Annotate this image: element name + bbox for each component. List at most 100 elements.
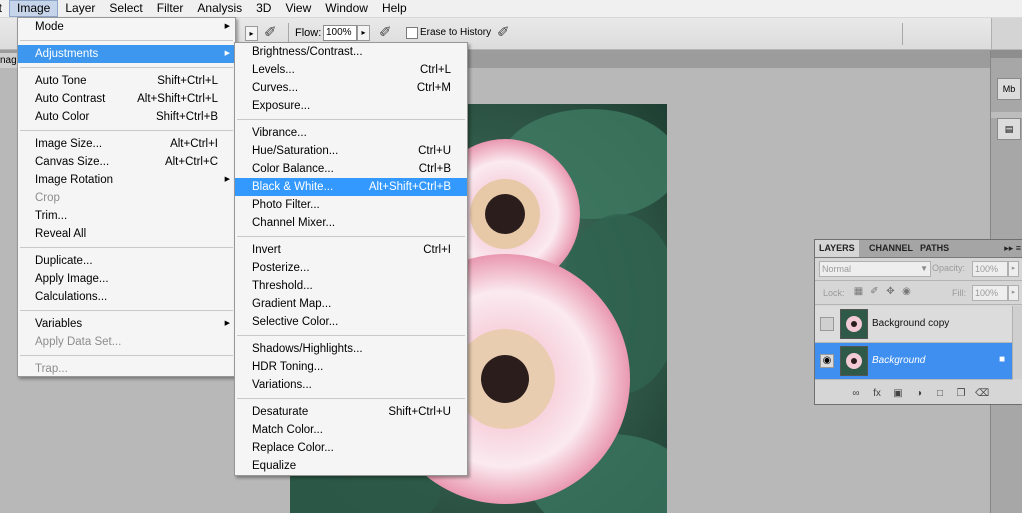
lock-icon: ■ — [998, 354, 1005, 365]
airbrush-icon[interactable]: ✐ — [264, 24, 282, 42]
menu-item-invert[interactable]: Invert Ctrl+I — [235, 241, 467, 259]
menu-layer[interactable]: Layer — [58, 0, 102, 17]
layer-row-background[interactable]: ◉ Background ■ — [815, 343, 1013, 380]
menu-item-color-balance[interactable]: Color Balance... Ctrl+B — [235, 160, 467, 178]
opacity-slider-arrow[interactable]: ▸ — [1008, 261, 1019, 277]
menu-item-replace-color[interactable]: Replace Color... — [235, 439, 467, 457]
menu-item-photo-filter[interactable]: Photo Filter... — [235, 196, 467, 214]
layer-mask-icon[interactable]: ▣ — [891, 388, 905, 399]
menu-select[interactable]: Select — [102, 0, 149, 17]
eye-icon[interactable]: ◉ — [820, 354, 834, 368]
airbrush-toggle-icon[interactable]: ✐ — [379, 24, 397, 42]
layer-thumbnail — [840, 309, 868, 339]
menu-item-label: Apply Image... — [35, 273, 109, 285]
menu-item-brightness-contrast[interactable]: Brightness/Contrast... — [235, 43, 467, 61]
menu-item-label: Black & White... — [252, 181, 334, 193]
menu-item-calculations[interactable]: Calculations... — [18, 288, 235, 306]
menu-item-variables[interactable]: Variables ▶ — [18, 315, 235, 333]
menu-item-label: Crop — [35, 192, 60, 204]
menu-item-gradient-map[interactable]: Gradient Map... — [235, 295, 467, 313]
menu-view[interactable]: View — [278, 0, 318, 17]
menu-item-auto-contrast[interactable]: Auto Contrast Alt+Shift+Ctrl+L — [18, 90, 235, 108]
menu-item-posterize[interactable]: Posterize... — [235, 259, 467, 277]
menu-it[interactable]: it — [0, 0, 9, 17]
lock-image-icon[interactable]: ✐ — [869, 286, 880, 297]
menu-item-mode[interactable]: Mode ▶ — [18, 18, 235, 36]
menu-item-curves[interactable]: Curves... Ctrl+M — [235, 79, 467, 97]
menu-help[interactable]: Help — [375, 0, 414, 17]
menu-item-vibrance[interactable]: Vibrance... — [235, 124, 467, 142]
new-group-icon[interactable]: □ — [933, 388, 947, 399]
menu-analysis[interactable]: Analysis — [190, 0, 249, 17]
menu-item-shortcut: Ctrl+U — [418, 145, 451, 157]
menu-item-shadows-highlights[interactable]: Shadows/Highlights... — [235, 340, 467, 358]
lock-position-icon[interactable]: ✥ — [885, 286, 896, 297]
blend-mode-select[interactable]: Normal ▼ — [819, 261, 931, 277]
history-icon[interactable]: ▤ — [997, 118, 1021, 140]
tab-layers[interactable]: LAYERS — [815, 240, 859, 257]
flow-input[interactable]: 100% — [323, 25, 357, 41]
new-layer-icon[interactable]: ❐ — [954, 388, 968, 399]
menu-item-hue-saturation[interactable]: Hue/Saturation... Ctrl+U — [235, 142, 467, 160]
menu-item-hdr-toning[interactable]: HDR Toning... — [235, 358, 467, 376]
menu-item-auto-tone[interactable]: Auto Tone Shift+Ctrl+L — [18, 72, 235, 90]
flow-label: Flow: — [295, 27, 322, 39]
menu-item-image-rotation[interactable]: Image Rotation ▶ — [18, 171, 235, 189]
menu-item-label: Canvas Size... — [35, 156, 110, 168]
mini-bridge-icon[interactable]: Mb — [997, 78, 1021, 100]
menu-item-variations[interactable]: Variations... — [235, 376, 467, 394]
layer-style-icon[interactable]: fx — [870, 388, 884, 399]
trash-icon[interactable]: ⌫ — [975, 388, 989, 399]
layer-name: Background — [872, 355, 926, 366]
layers-scrollbar[interactable] — [1012, 306, 1022, 379]
link-layers-icon[interactable]: ∞ — [849, 388, 863, 399]
menu-item-duplicate[interactable]: Duplicate... — [18, 252, 235, 270]
dock-grip[interactable] — [991, 50, 1022, 58]
menu-item-image-size[interactable]: Image Size... Alt+Ctrl+I — [18, 135, 235, 153]
menu-item-apply-image[interactable]: Apply Image... — [18, 270, 235, 288]
brush-preset-arrow[interactable]: ▸ — [245, 26, 258, 41]
fill-input[interactable]: 100% — [972, 285, 1008, 301]
menu-3d[interactable]: 3D — [249, 0, 278, 17]
menu-item-match-color[interactable]: Match Color... — [235, 421, 467, 439]
visibility-toggle[interactable] — [820, 317, 834, 331]
menu-item-label: Curves... — [252, 82, 299, 94]
lock-label: Lock: — [823, 288, 845, 298]
lock-transparent-icon[interactable]: ▦ — [853, 286, 864, 297]
tab-paths[interactable]: PATHS — [916, 240, 953, 257]
menu-separator — [20, 40, 233, 41]
panel-menu-icon[interactable]: ▸▸ ≡ — [1004, 240, 1021, 257]
document-tab[interactable]: nag — [0, 53, 18, 68]
menu-item-levels[interactable]: Levels... Ctrl+L — [235, 61, 467, 79]
menu-item-label: Variations... — [252, 379, 312, 391]
menu-item-adjustments[interactable]: Adjustments ▶ — [18, 45, 235, 63]
menu-item-label: Calculations... — [35, 291, 108, 303]
workspace-switcher[interactable] — [991, 18, 1022, 49]
menu-item-reveal-all[interactable]: Reveal All — [18, 225, 235, 243]
menu-item-black-white[interactable]: Black & White... Alt+Shift+Ctrl+B — [235, 178, 467, 196]
menu-item-trim[interactable]: Trim... — [18, 207, 235, 225]
tab-channels[interactable]: CHANNEL — [865, 240, 917, 257]
menu-item-selective-color[interactable]: Selective Color... — [235, 313, 467, 331]
menu-item-label: Reveal All — [35, 228, 87, 240]
menu-item-threshold[interactable]: Threshold... — [235, 277, 467, 295]
erase-to-history-checkbox[interactable] — [406, 27, 418, 39]
opacity-input[interactable]: 100% — [972, 261, 1008, 277]
menu-filter[interactable]: Filter — [150, 0, 191, 17]
adjustment-layer-icon[interactable]: ◑ — [912, 388, 926, 399]
menu-item-apply-data-set: Apply Data Set... — [18, 333, 235, 351]
layer-row-background-copy[interactable]: Background copy — [815, 306, 1013, 343]
menu-item-channel-mixer[interactable]: Channel Mixer... — [235, 214, 467, 232]
menu-item-auto-color[interactable]: Auto Color Shift+Ctrl+B — [18, 108, 235, 126]
menu-item-label: Image Size... — [35, 138, 103, 150]
menu-item-canvas-size[interactable]: Canvas Size... Alt+Ctrl+C — [18, 153, 235, 171]
tablet-pressure-icon[interactable]: ✐ — [497, 24, 515, 42]
menu-item-desaturate[interactable]: Desaturate Shift+Ctrl+U — [235, 403, 467, 421]
lock-all-icon[interactable]: ◉ — [901, 286, 912, 297]
menu-image[interactable]: Image — [9, 0, 59, 17]
menu-window[interactable]: Window — [318, 0, 375, 17]
fill-slider-arrow[interactable]: ▸ — [1008, 285, 1019, 301]
flow-slider-arrow[interactable]: ▸ — [357, 25, 370, 41]
menu-item-exposure[interactable]: Exposure... — [235, 97, 467, 115]
menu-item-equalize[interactable]: Equalize — [235, 457, 467, 475]
